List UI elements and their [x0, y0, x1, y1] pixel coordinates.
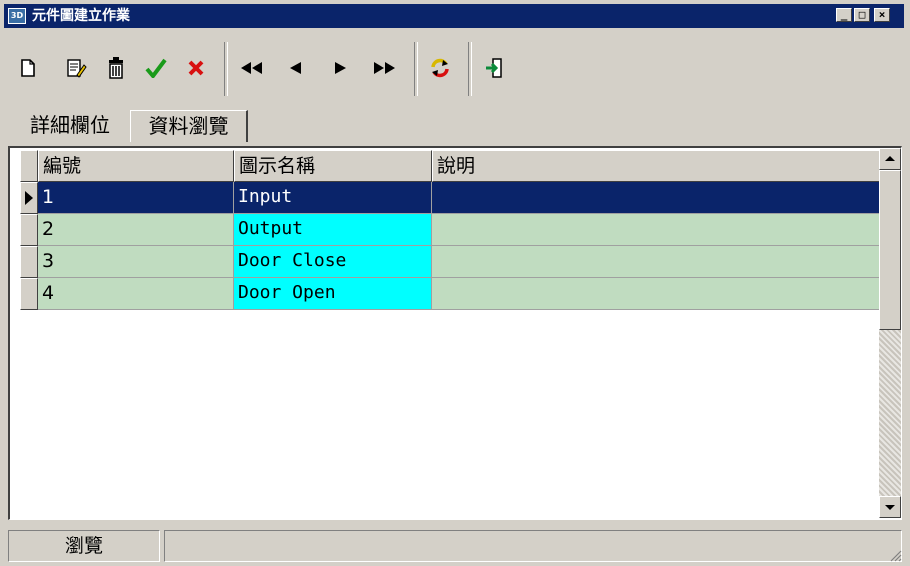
column-header-id[interactable]: 編號: [38, 150, 234, 182]
table-row[interactable]: 3 Door Close: [38, 246, 884, 278]
status-message: [164, 530, 902, 562]
cell-description[interactable]: [432, 278, 884, 310]
cell-description[interactable]: [432, 246, 884, 278]
cell-name[interactable]: Door Close: [234, 246, 432, 278]
header-indicator: [20, 150, 38, 182]
minimize-button[interactable]: _: [836, 8, 852, 22]
vertical-scrollbar[interactable]: [879, 148, 901, 518]
cell-id[interactable]: 2: [38, 214, 234, 246]
grid-header: 編號 圖示名稱 說明: [38, 150, 884, 182]
app-icon: 3D: [8, 8, 26, 24]
refresh-button[interactable]: [422, 50, 458, 86]
cell-id[interactable]: 3: [38, 246, 234, 278]
row-indicator[interactable]: [20, 246, 38, 278]
scroll-up-button[interactable]: [879, 148, 901, 170]
maximize-button[interactable]: □: [854, 8, 870, 22]
scroll-down-icon: [885, 505, 895, 510]
row-indicator[interactable]: [20, 214, 38, 246]
edit-icon: [67, 59, 87, 78]
cell-description[interactable]: [432, 214, 884, 246]
exit-button[interactable]: [476, 50, 512, 86]
first-record-button[interactable]: [234, 50, 270, 86]
refresh-icon: [431, 58, 449, 78]
cell-description[interactable]: [432, 182, 884, 214]
cell-name[interactable]: Input: [234, 182, 432, 214]
current-row-icon: [25, 191, 33, 205]
new-icon: [21, 59, 35, 77]
status-mode: 瀏覽: [8, 530, 160, 562]
window-title: 元件圖建立作業: [32, 8, 130, 24]
row-indicator[interactable]: [20, 278, 38, 310]
column-header-name[interactable]: 圖示名稱: [234, 150, 432, 182]
cell-name[interactable]: Output: [234, 214, 432, 246]
row-indicator[interactable]: [20, 182, 38, 214]
cell-id[interactable]: 1: [38, 182, 234, 214]
confirm-icon: [145, 58, 167, 78]
edit-record-button[interactable]: [58, 50, 94, 86]
cell-id[interactable]: 4: [38, 278, 234, 310]
previous-record-icon: [290, 62, 301, 74]
toolbar: [8, 32, 902, 102]
table-row[interactable]: 1 Input: [38, 182, 884, 214]
table-row[interactable]: 2 Output: [38, 214, 884, 246]
first-record-icon: [241, 62, 262, 74]
status-bar: 瀏覽: [8, 528, 902, 562]
toolbar-separator: [224, 42, 228, 96]
cell-name[interactable]: Door Open: [234, 278, 432, 310]
delete-record-button[interactable]: [98, 50, 134, 86]
close-button[interactable]: ×: [874, 8, 890, 22]
column-header-description[interactable]: 說明: [432, 150, 884, 182]
table-row[interactable]: 4 Door Open: [38, 278, 884, 310]
confirm-button[interactable]: [138, 50, 174, 86]
tab-detail-fields[interactable]: 詳細欄位: [12, 110, 128, 142]
exit-icon: [486, 58, 502, 78]
scrollbar-thumb[interactable]: [879, 170, 901, 330]
cancel-button[interactable]: [178, 50, 214, 86]
title-bar[interactable]: 3D 元件圖建立作業 _ □ ×: [4, 4, 904, 28]
app-window: 3D 元件圖建立作業 _ □ × 詳細欄位 資料瀏覽 編號 圖示名稱 說明 1 …: [0, 0, 910, 566]
toolbar-separator: [414, 42, 418, 96]
scroll-up-icon: [885, 156, 895, 161]
cancel-icon: [188, 60, 204, 76]
next-record-icon: [335, 62, 346, 74]
toolbar-separator: [468, 42, 472, 96]
last-record-icon: [374, 62, 395, 74]
tab-data-browse[interactable]: 資料瀏覽: [130, 110, 248, 142]
data-grid[interactable]: 編號 圖示名稱 說明 1 Input 2 Output 3 Door Close: [8, 146, 902, 520]
previous-record-button[interactable]: [278, 50, 314, 86]
new-record-button[interactable]: [10, 50, 46, 86]
resize-grip-icon[interactable]: [888, 548, 902, 562]
last-record-button[interactable]: [366, 50, 402, 86]
delete-icon: [109, 57, 123, 79]
scroll-down-button[interactable]: [879, 496, 901, 518]
next-record-button[interactable]: [322, 50, 358, 86]
